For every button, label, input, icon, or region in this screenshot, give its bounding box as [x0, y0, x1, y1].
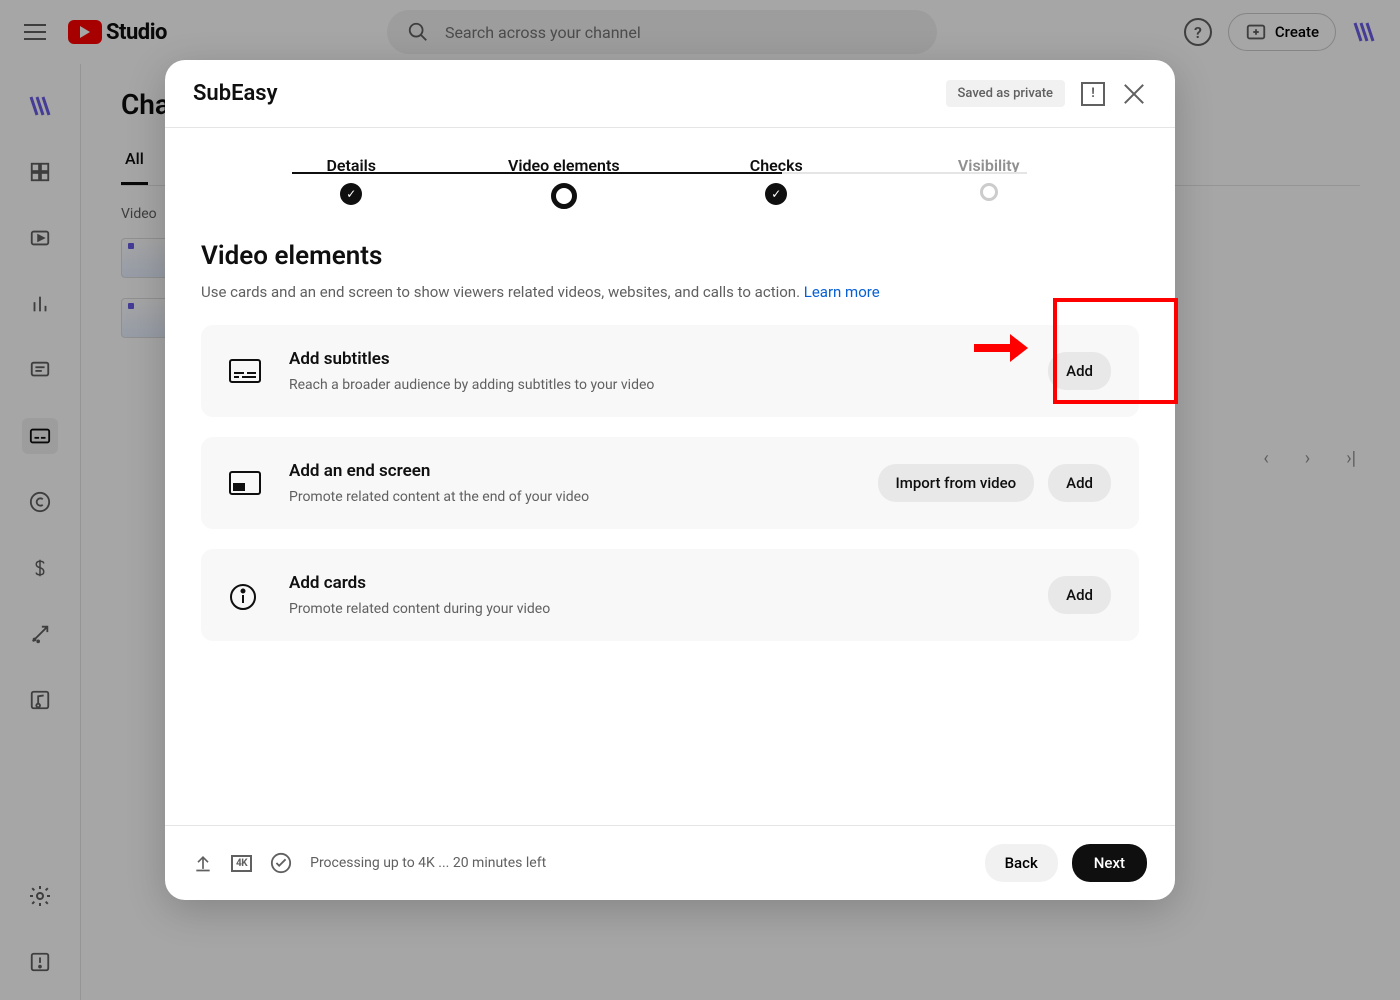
section-heading: Video elements — [201, 241, 1139, 271]
import-from-video-button[interactable]: Import from video — [878, 464, 1035, 502]
close-icon[interactable] — [1121, 81, 1147, 107]
check-circle-icon — [270, 852, 292, 874]
inactive-step-icon — [980, 183, 998, 201]
processing-status: Processing up to 4K ... 20 minutes left — [310, 855, 546, 871]
next-button[interactable]: Next — [1072, 844, 1147, 882]
step-line — [782, 172, 1027, 174]
step-line — [292, 172, 537, 174]
section-description: Use cards and an end screen to show view… — [201, 283, 1139, 301]
add-endscreen-button[interactable]: Add — [1048, 464, 1111, 502]
modal-footer: 4K Processing up to 4K ... 20 minutes le… — [165, 825, 1175, 900]
stepper: Details ✓ Video elements Checks ✓ Visibi… — [165, 128, 1175, 209]
step-checks[interactable]: Checks ✓ — [670, 156, 883, 205]
upload-modal: SubEasy Saved as private ! Details ✓ Vid… — [165, 60, 1175, 900]
subtitles-icon — [229, 359, 261, 383]
learn-more-link[interactable]: Learn more — [804, 283, 880, 301]
check-icon: ✓ — [340, 183, 362, 205]
endscreen-card: Add an end screen Promote related conten… — [201, 437, 1139, 529]
modal-title: SubEasy — [193, 81, 278, 106]
card-description: Promote related content during your vide… — [289, 601, 550, 617]
quality-badge: 4K — [231, 855, 252, 872]
check-icon: ✓ — [765, 183, 787, 205]
step-line — [537, 172, 782, 174]
cards-card: Add cards Promote related content during… — [201, 549, 1139, 641]
card-title: Add subtitles — [289, 349, 654, 369]
save-status-badge: Saved as private — [946, 80, 1065, 107]
step-video-elements[interactable]: Video elements — [458, 156, 671, 209]
add-cards-button[interactable]: Add — [1048, 576, 1111, 614]
card-description: Reach a broader audience by adding subti… — [289, 377, 654, 393]
step-details[interactable]: Details ✓ — [245, 156, 458, 205]
back-button[interactable]: Back — [985, 844, 1058, 882]
upload-icon — [193, 853, 213, 873]
info-icon — [229, 583, 261, 607]
card-description: Promote related content at the end of yo… — [289, 489, 589, 505]
modal-header: SubEasy Saved as private ! — [165, 60, 1175, 128]
add-subtitles-button[interactable]: Add — [1048, 352, 1111, 390]
current-step-icon — [551, 183, 577, 209]
card-title: Add an end screen — [289, 461, 589, 481]
feedback-icon[interactable]: ! — [1081, 82, 1105, 106]
step-visibility[interactable]: Visibility — [883, 156, 1096, 201]
modal-body: Video elements Use cards and an end scre… — [165, 209, 1175, 825]
endscreen-icon — [229, 471, 261, 495]
card-title: Add cards — [289, 573, 550, 593]
annotation-arrow-icon — [972, 328, 1028, 372]
